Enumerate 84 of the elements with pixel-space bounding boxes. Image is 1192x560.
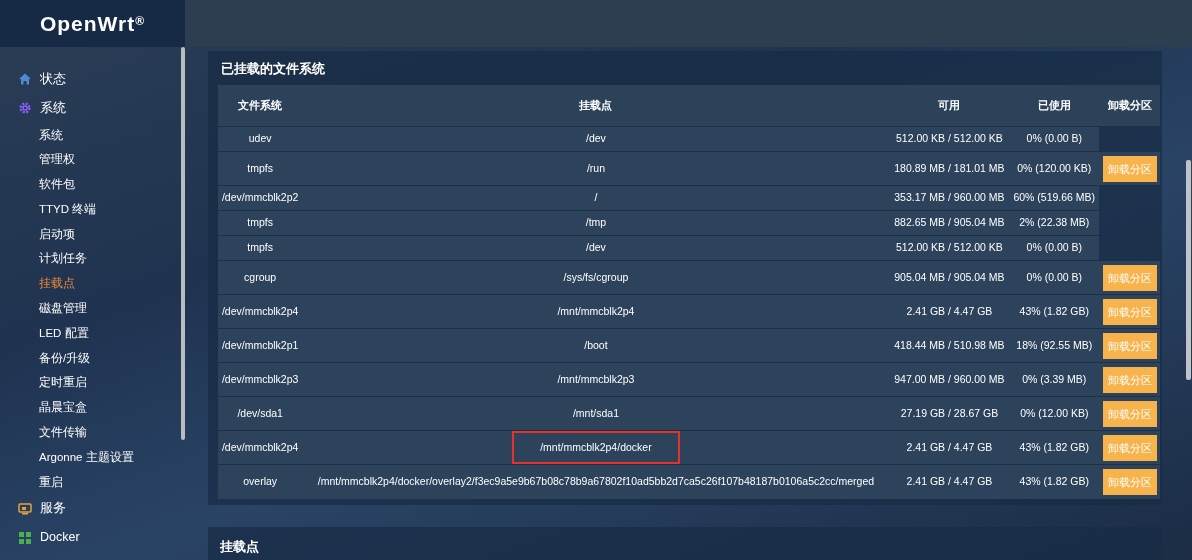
sidebar-subitem[interactable]: 磁盘管理 (0, 296, 185, 321)
sidebar-item-label: Docker (40, 529, 80, 547)
column-header: 可用 (889, 84, 1010, 127)
table-cell: /dev/mmcblk2p1 (218, 328, 303, 363)
grid-icon (18, 530, 32, 545)
table-cell: 905.04 MB / 905.04 MB (889, 260, 1010, 295)
sidebar-subitem[interactable]: 启动项 (0, 221, 185, 247)
scrollbar-thumb[interactable] (1186, 160, 1191, 380)
table-cell: 43% (1.82 GB) (1009, 464, 1100, 499)
sidebar-item[interactable]: Docker (0, 523, 185, 552)
column-header: 已使用 (1009, 84, 1100, 127)
table-cell: /dev (586, 241, 606, 254)
sidebar-subitem[interactable]: LED 配置 (0, 320, 185, 346)
section-title: 已挂载的文件系统 (220, 60, 326, 78)
table-cell: /dev/mmcblk2p3 (218, 362, 303, 397)
table-cell: /mnt/mmcblk2p3 (557, 372, 635, 385)
scrollbar-thumb[interactable] (181, 47, 185, 440)
sidebar-item-label: 状态 (40, 71, 66, 88)
table-cell: /dev/mmcblk2p2 (218, 185, 303, 211)
table-cell: tmpfs (218, 235, 303, 261)
table-cell: 0% (12.00 KB) (1009, 396, 1100, 431)
sidebar-item-label: 服务 (40, 500, 66, 518)
table-cell: 0% (0.00 B) (1009, 235, 1100, 261)
table-cell: /boot (584, 338, 608, 351)
table-cell: 418.44 MB / 510.98 MB (889, 328, 1010, 363)
sidebar-item[interactable]: 系统 (0, 93, 185, 123)
sidebar-subitem[interactable]: 挂载点 (0, 271, 185, 297)
table-cell: 512.00 KB / 512.00 KB (889, 126, 1010, 152)
table-cell: 0% (0.00 B) (1009, 126, 1100, 152)
table-cell: cgroup (218, 260, 303, 295)
table-cell: 353.17 MB / 960.00 MB (889, 185, 1010, 211)
sidebar-subitem[interactable]: 定时重启 (0, 370, 185, 396)
settings-icon (18, 101, 32, 116)
table-cell: 2.41 GB / 4.47 GB (889, 294, 1010, 329)
sidebar-subitem[interactable]: 管理权 (0, 147, 185, 173)
table-cell: 43% (1.82 GB) (1009, 430, 1100, 465)
table-cell: 2% (22.38 MB) (1009, 210, 1100, 236)
table-cell: /tmp (585, 216, 607, 229)
table-cell: 0% (0.00 B) (1009, 260, 1100, 295)
table-cell: /mnt/mmcblk2p4 (557, 304, 635, 317)
sidebar-subitem[interactable]: 系统 (0, 122, 185, 148)
table-cell: 947.00 MB / 960.00 MB (889, 362, 1010, 397)
table-cell: /mnt/sda1 (572, 406, 619, 419)
table-cell: 60% (519.66 MB) (1009, 185, 1100, 211)
table-cell: /dev/mmcblk2p4 (218, 430, 303, 465)
sidebar-subitem[interactable]: 备份/升级 (0, 345, 185, 371)
sidebar-item[interactable]: 服务 (0, 494, 185, 524)
table-cell: 882.65 MB / 905.04 MB (889, 210, 1010, 236)
sidebar-subitem[interactable]: 计划任务 (0, 246, 185, 272)
table-cell: /dev/sda1 (218, 396, 303, 431)
table-cell: 43% (1.82 GB) (1009, 294, 1100, 329)
table-cell: overlay (218, 464, 303, 499)
table-cell: /mnt/mmcblk2p4/docker (514, 432, 678, 463)
sidebar-subitem[interactable]: 重启 (0, 469, 185, 495)
table-cell: 27.19 GB / 28.67 GB (889, 396, 1010, 431)
sidebar-subitem[interactable]: 晶晨宝盒 (0, 395, 185, 421)
table-cell: tmpfs (218, 151, 303, 186)
column-header: 挂载点 (302, 84, 890, 127)
sidebar-subitem[interactable]: 文件传输 (0, 420, 185, 445)
sidebar-item-label: 系统 (40, 99, 66, 117)
table-cell: /dev/mmcblk2p4 (218, 294, 303, 329)
table-cell: 512.00 KB / 512.00 KB (889, 235, 1010, 261)
table-cell: 2.41 GB / 4.47 GB (889, 430, 1010, 465)
table-cell: 180.89 MB / 181.01 MB (889, 151, 1010, 186)
table-cell: /sys/fs/cgroup (563, 270, 629, 283)
sidebar-item[interactable]: 状态 (0, 65, 185, 94)
column-header: 文件系统 (218, 84, 303, 127)
table-cell: 2.41 GB / 4.47 GB (889, 464, 1010, 499)
column-header: 卸载分区 (1099, 84, 1160, 127)
table-cell: 18% (92.55 MB) (1009, 328, 1100, 363)
table-cell: /run (586, 161, 605, 174)
table-cell: udev (218, 126, 303, 152)
sidebar-subitem[interactable]: Argonne 主题设置 (0, 444, 185, 470)
section-title: 挂载点 (220, 538, 259, 554)
table-cell: / (594, 191, 598, 204)
table-cell: 0% (3.39 MB) (1009, 362, 1100, 397)
sidebar-subitem[interactable]: 软件包 (0, 172, 185, 197)
table-cell: /mnt/mmcblk2p4/docker/overlay2/f3ec9a5e9b67b08c78b9a67802f10ad5bb2d7ca5c26f107b48187b0106a5c2cc/merged (317, 474, 875, 487)
home-icon (18, 72, 32, 87)
table-cell: /dev (586, 132, 606, 145)
table-cell: tmpfs (218, 210, 303, 236)
sidebar-subitem[interactable]: TTYD 终端 (0, 196, 185, 222)
table-cell: 0% (120.00 KB) (1009, 151, 1100, 186)
monitor-icon (18, 501, 32, 516)
